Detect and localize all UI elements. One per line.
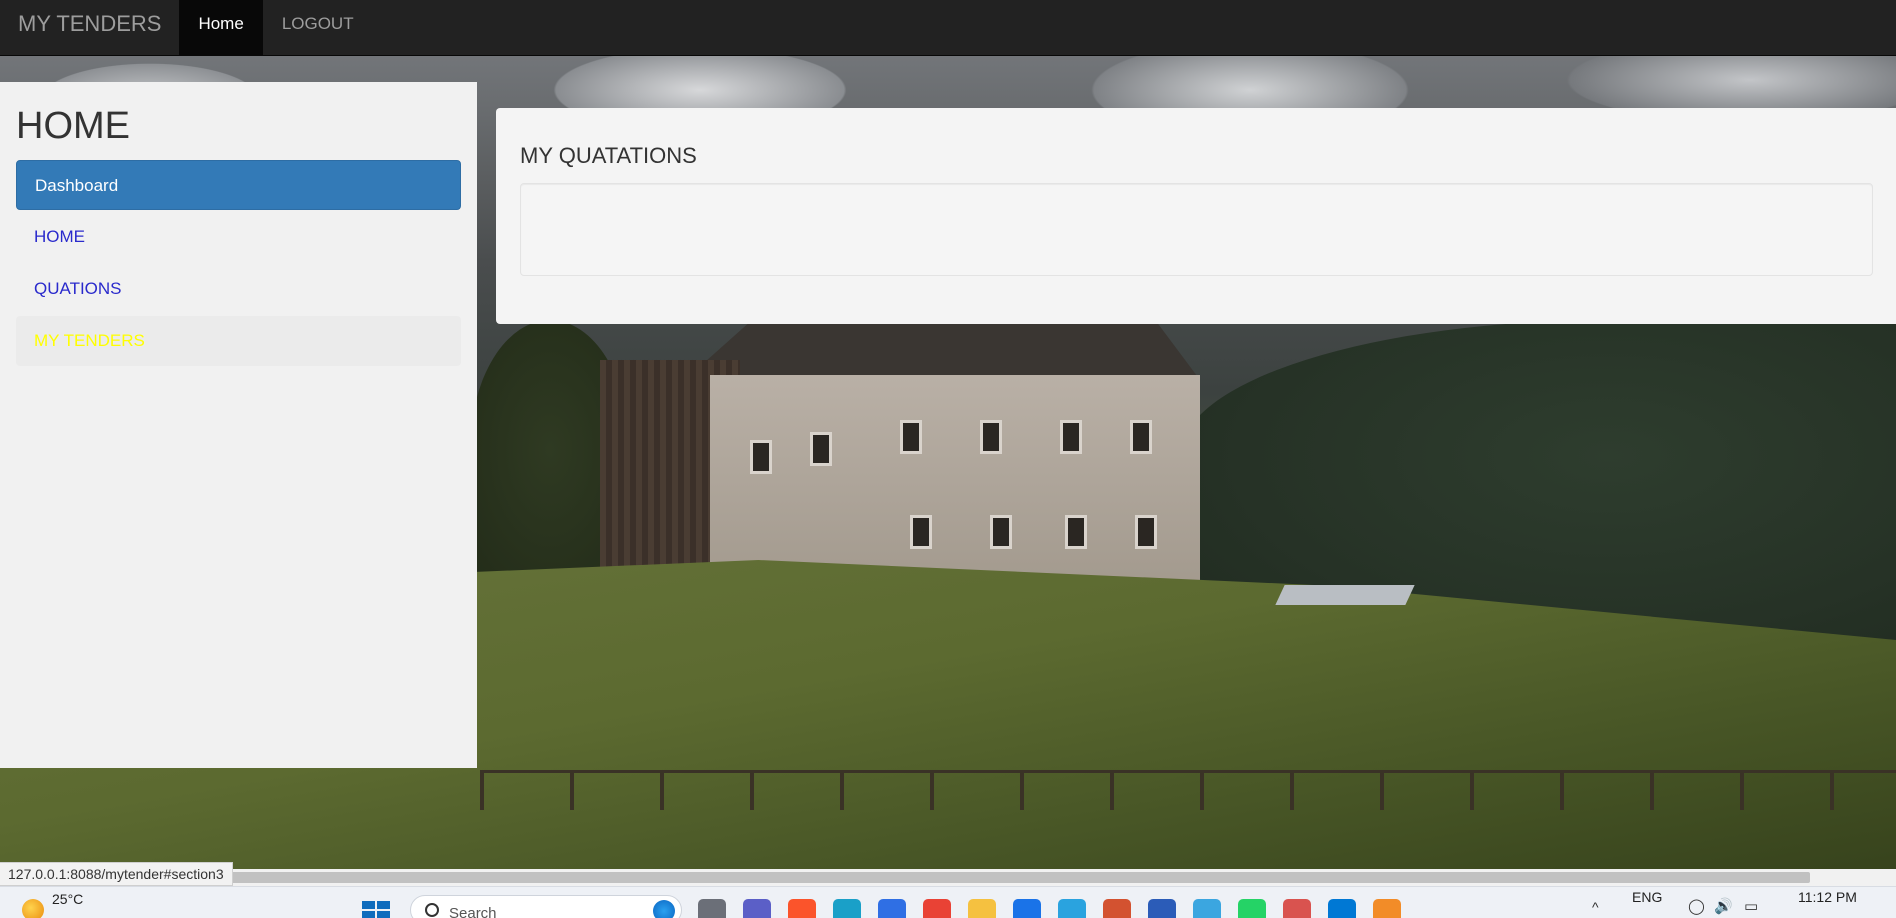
house-window (980, 420, 1002, 454)
volume-icon[interactable]: 🔊 (1714, 897, 1733, 915)
sidebar-item-home[interactable]: HOME (16, 212, 461, 262)
network-icon[interactable]: ◯ (1688, 897, 1705, 915)
bing-icon[interactable] (653, 900, 675, 918)
teams-icon[interactable] (743, 899, 771, 918)
taskbar: 25°C Search ^ ENG ◯ 🔊 ▭ 11:12 PM (0, 886, 1896, 918)
nav-logout-link[interactable]: LOGOUT (263, 0, 373, 56)
edge-icon[interactable] (833, 899, 861, 918)
word-icon[interactable] (1148, 899, 1176, 918)
house-window (1135, 515, 1157, 549)
tray-chevron-up-icon[interactable]: ^ (1592, 899, 1599, 915)
house-window (990, 515, 1012, 549)
weather-sun-icon (22, 899, 44, 918)
windows-start-icon[interactable] (362, 901, 390, 918)
quotations-title: MY QUATATIONS (520, 143, 697, 168)
top-navbar: MY TENDERS Home LOGOUT (0, 0, 1896, 56)
search-placeholder: Search (449, 904, 497, 918)
house-window (750, 440, 772, 474)
house-window (900, 420, 922, 454)
taskbar-search-box[interactable]: Search (410, 895, 682, 918)
navbar-brand[interactable]: MY TENDERS (0, 0, 179, 48)
house-wall (710, 375, 1200, 585)
vscode-icon[interactable] (1328, 899, 1356, 918)
task-view-icon[interactable] (698, 899, 726, 918)
vscode-insiders-icon[interactable] (878, 899, 906, 918)
language-indicator[interactable]: ENG (1632, 889, 1662, 905)
weather-widget[interactable]: 25°C (22, 889, 83, 918)
shed-roof (1275, 585, 1415, 605)
whatsapp-icon[interactable] (1238, 899, 1266, 918)
status-bar-url: 127.0.0.1:8088/mytender#section3 (0, 862, 233, 886)
file-explorer-icon[interactable] (968, 899, 996, 918)
house-window (1065, 515, 1087, 549)
sidebar-item-quations[interactable]: QUATIONS (16, 264, 461, 314)
nav-home-link[interactable]: Home (179, 0, 263, 56)
sidebar-title: HOME (16, 105, 130, 147)
quotations-content-well (520, 183, 1873, 276)
battery-icon[interactable]: ▭ (1744, 897, 1758, 915)
search-icon (425, 903, 439, 917)
notepad-icon[interactable] (1193, 899, 1221, 918)
house-window (910, 515, 932, 549)
chrome-icon[interactable] (923, 899, 951, 918)
taskbar-clock[interactable]: 11:12 PM (1798, 889, 1857, 905)
weather-temperature: 25°C (52, 891, 84, 907)
farmhouse (600, 320, 1200, 590)
house-window (1130, 420, 1152, 454)
scrollbar-thumb[interactable] (230, 872, 1810, 883)
sidebar-item-dashboard[interactable]: Dashboard (16, 159, 461, 210)
sidebar: HOME Dashboard HOME QUATIONS MY TENDERS (0, 82, 477, 768)
fence (480, 770, 1896, 810)
house-window (810, 432, 832, 466)
sidebar-item-my-tenders[interactable]: MY TENDERS (16, 315, 461, 366)
app-a-icon[interactable] (1373, 899, 1401, 918)
powerpoint-icon[interactable] (1103, 899, 1131, 918)
quotations-panel: MY QUATATIONS (496, 108, 1896, 324)
house-window (1060, 420, 1082, 454)
chrome-profile-icon[interactable] (1283, 899, 1311, 918)
store-icon[interactable] (1013, 899, 1041, 918)
horizontal-scrollbar[interactable] (0, 869, 1896, 886)
telegram-icon[interactable] (1058, 899, 1086, 918)
brave-icon[interactable] (788, 899, 816, 918)
